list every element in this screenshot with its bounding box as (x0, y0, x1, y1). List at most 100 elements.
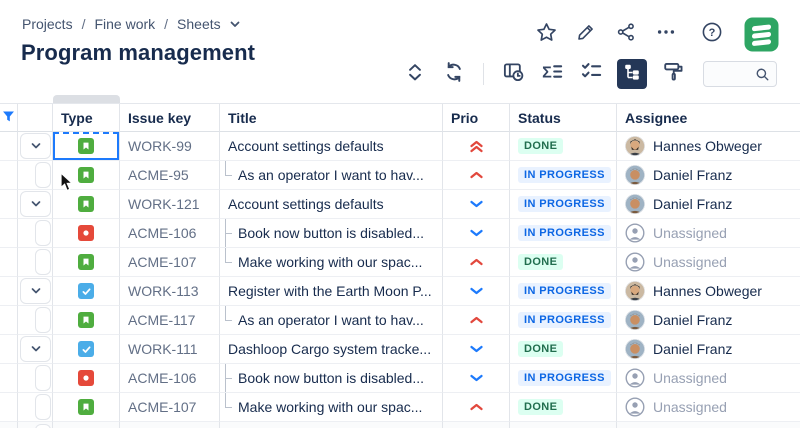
breadcrumb-projects[interactable]: Projects (22, 16, 73, 32)
priority-cell[interactable] (443, 161, 510, 190)
expand-toggle[interactable] (20, 336, 51, 362)
assignee-cell[interactable]: Daniel Franz (617, 161, 800, 190)
issue-title-cell[interactable]: Make working with our spac... (220, 393, 443, 422)
column-header-prio[interactable]: Prio (443, 104, 510, 132)
assignee-cell[interactable]: Daniel Franz (617, 335, 800, 364)
priority-cell[interactable] (443, 364, 510, 393)
checklist-button[interactable] (578, 61, 604, 87)
expand-toggle[interactable] (20, 191, 51, 217)
assignee-cell[interactable]: Unassigned (617, 393, 800, 422)
chevron-down-icon[interactable] (30, 343, 42, 355)
edit-button[interactable] (575, 24, 597, 46)
assignee-cell[interactable]: Daniel Franz (617, 306, 800, 335)
table-row[interactable]: WORK-113 Register with the Earth Moon P..… (0, 277, 800, 306)
assignee-cell[interactable]: Unassigned (617, 364, 800, 393)
table-search-box[interactable] (703, 61, 777, 87)
view-history-button[interactable] (500, 61, 526, 87)
breadcrumb-sheets[interactable]: Sheets (177, 16, 221, 32)
assignee-cell[interactable]: Unassigned (617, 248, 800, 277)
formatting-button[interactable] (660, 61, 686, 87)
issue-type-cell[interactable] (53, 277, 120, 306)
status-cell[interactable]: IN PROGRESS (510, 219, 617, 248)
issue-key-cell[interactable]: ACME-107 (120, 248, 220, 277)
chevron-down-icon[interactable] (30, 198, 42, 210)
table-row[interactable]: ACME-107 Make working with our spac... DON… (0, 248, 800, 277)
chevron-down-icon[interactable] (30, 140, 42, 152)
aggregate-button[interactable]: Σ (539, 61, 565, 87)
hierarchy-button[interactable] (617, 59, 647, 89)
app-logo-icon[interactable] (744, 17, 779, 52)
type-column-handle[interactable] (53, 95, 120, 103)
assignee-cell[interactable]: Daniel Franz (617, 190, 800, 219)
status-cell[interactable]: IN PROGRESS (510, 277, 617, 306)
expand-collapse-button[interactable] (402, 61, 428, 87)
issue-title-cell[interactable]: Account settings defaults (220, 190, 443, 219)
table-row[interactable]: ACME-106 Book now button is disabled... IN… (0, 219, 800, 248)
assignee-cell[interactable]: Unassigned (617, 219, 800, 248)
issue-title-cell[interactable]: Register with the Earth Moon P... (220, 277, 443, 306)
table-row[interactable]: ACME-95 As an operator I want to hav... IN… (0, 161, 800, 190)
issue-key-cell[interactable]: WORK-121 (120, 190, 220, 219)
table-row[interactable]: WORK-99 Account settings defaults DONE Hann… (0, 132, 800, 161)
column-header-title[interactable]: Title (220, 104, 443, 132)
table-row[interactable]: ACME-117 As an operator I want to hav... I… (0, 306, 800, 335)
assignee-cell[interactable]: Hannes Obweger (617, 277, 800, 306)
issue-type-cell[interactable] (53, 364, 120, 393)
issue-type-cell[interactable] (53, 161, 120, 190)
status-cell[interactable]: IN PROGRESS (510, 190, 617, 219)
search-input[interactable] (705, 66, 755, 82)
share-button[interactable] (615, 23, 637, 46)
status-cell[interactable]: IN PROGRESS (510, 306, 617, 335)
more-button[interactable] (655, 24, 677, 46)
issue-key-cell[interactable]: ACME-106 (120, 364, 220, 393)
column-header-status[interactable]: Status (510, 104, 617, 132)
issue-key-cell[interactable]: WORK-111 (120, 335, 220, 364)
status-cell[interactable]: IN PROGRESS (510, 364, 617, 393)
chevron-down-icon[interactable] (228, 17, 242, 31)
issue-key-cell[interactable]: ACME-95 (120, 161, 220, 190)
issue-title-cell[interactable]: Book now button is disabled... (220, 364, 443, 393)
expand-toggle[interactable] (20, 278, 51, 304)
priority-cell[interactable] (443, 393, 510, 422)
issue-title-cell[interactable]: Account settings defaults (220, 132, 443, 161)
refresh-button[interactable] (441, 61, 467, 87)
status-cell[interactable]: DONE (510, 132, 617, 161)
issue-title-cell[interactable]: Dashloop Cargo system tracke... (220, 335, 443, 364)
priority-cell[interactable] (443, 190, 510, 219)
issue-type-cell[interactable] (53, 190, 120, 219)
help-button[interactable]: ? (701, 22, 723, 46)
column-header-key[interactable]: Issue key (120, 104, 220, 132)
issue-type-cell[interactable] (53, 335, 120, 364)
issue-type-cell[interactable] (53, 393, 120, 422)
column-header-assignee[interactable]: Assignee (617, 104, 800, 132)
table-row[interactable]: ACME-107 Make working with our spac... DON… (0, 393, 800, 422)
priority-cell[interactable] (443, 306, 510, 335)
breadcrumb-fine-work[interactable]: Fine work (94, 16, 155, 32)
issue-title-cell[interactable]: Make working with our spac... (220, 248, 443, 277)
priority-cell[interactable] (443, 335, 510, 364)
priority-cell[interactable] (443, 219, 510, 248)
issue-type-cell[interactable] (53, 219, 120, 248)
priority-cell[interactable] (443, 248, 510, 277)
status-cell[interactable]: DONE (510, 248, 617, 277)
table-row[interactable]: WORK-111 Dashloop Cargo system tracke... D… (0, 335, 800, 364)
expand-toggle[interactable] (20, 133, 51, 159)
issue-key-cell[interactable]: ACME-107 (120, 393, 220, 422)
favorite-button[interactable] (535, 22, 557, 46)
priority-cell[interactable] (443, 277, 510, 306)
issue-title-cell[interactable]: As an operator I want to hav... (220, 306, 443, 335)
issue-key-cell[interactable]: WORK-113 (120, 277, 220, 306)
issue-type-cell[interactable] (53, 132, 120, 161)
chevron-down-icon[interactable] (30, 285, 42, 297)
priority-cell[interactable] (443, 132, 510, 161)
table-row[interactable]: WORK-121 Account settings defaults IN PROG… (0, 190, 800, 219)
filter-header-cell[interactable] (0, 104, 18, 132)
status-cell[interactable]: IN PROGRESS (510, 161, 617, 190)
issue-type-cell[interactable] (53, 248, 120, 277)
issue-title-cell[interactable]: Book now button is disabled... (220, 219, 443, 248)
issue-key-cell[interactable]: WORK-99 (120, 132, 220, 161)
status-cell[interactable]: DONE (510, 393, 617, 422)
status-cell[interactable]: DONE (510, 335, 617, 364)
assignee-cell[interactable]: Hannes Obweger (617, 132, 800, 161)
column-header-type[interactable]: Type (53, 104, 120, 132)
